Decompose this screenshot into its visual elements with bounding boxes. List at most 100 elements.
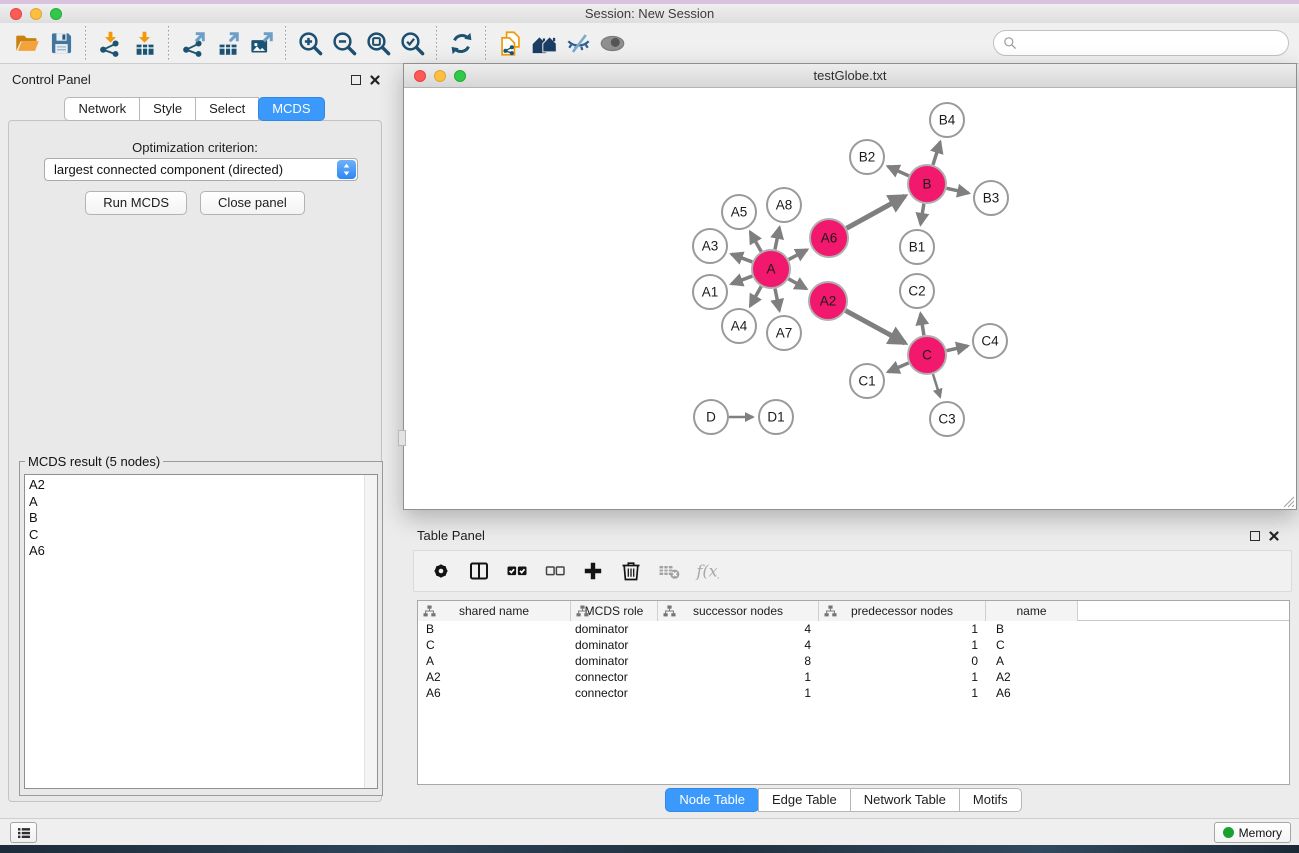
criterion-dropdown[interactable]: largest connected component (directed) <box>44 158 358 181</box>
tab-motifs[interactable]: Motifs <box>959 788 1022 812</box>
export-table-icon[interactable] <box>210 26 244 60</box>
table-cell[interactable]: A2 <box>986 669 1078 685</box>
search-box[interactable] <box>993 30 1289 56</box>
table-row[interactable]: Bdominator41B <box>418 621 1289 637</box>
tab-network[interactable]: Network <box>64 97 140 121</box>
tab-node-table[interactable]: Node Table <box>665 788 759 812</box>
table-cell[interactable]: 1 <box>658 685 819 701</box>
network-node-B2[interactable]: B2 <box>850 140 884 174</box>
mcds-result-item[interactable]: A <box>29 494 377 511</box>
table-cell[interactable]: 1 <box>819 669 986 685</box>
tab-network-table[interactable]: Network Table <box>850 788 960 812</box>
table-cell[interactable]: A <box>418 653 571 669</box>
close-panel-icon[interactable] <box>370 75 380 85</box>
network-node-C3[interactable]: C3 <box>930 402 964 436</box>
network-node-A3[interactable]: A3 <box>693 229 727 263</box>
table-cell[interactable]: dominator <box>571 653 658 669</box>
select-all-checks-icon[interactable] <box>500 555 533 588</box>
tab-select[interactable]: Select <box>195 97 259 121</box>
mcds-result-item[interactable]: B <box>29 510 377 527</box>
export-image-icon[interactable] <box>244 26 278 60</box>
add-column-icon[interactable] <box>576 555 609 588</box>
table-row[interactable]: Cdominator41C <box>418 637 1289 653</box>
result-scrollbar[interactable] <box>364 475 377 788</box>
table-cell[interactable]: 8 <box>658 653 819 669</box>
tab-style[interactable]: Style <box>139 97 196 121</box>
delete-table-icon[interactable] <box>652 555 685 588</box>
columns-icon[interactable] <box>462 555 495 588</box>
network-node-C2[interactable]: C2 <box>900 274 934 308</box>
save-session-icon[interactable] <box>44 26 78 60</box>
function-builder-icon[interactable]: f(x) <box>690 555 723 588</box>
table-row[interactable]: A2connector11A2 <box>418 669 1289 685</box>
table-cell[interactable]: connector <box>571 685 658 701</box>
table-cell[interactable]: C <box>418 637 571 653</box>
mcds-result-item[interactable]: A6 <box>29 543 377 560</box>
table-row[interactable]: Adominator80A <box>418 653 1289 669</box>
network-node-A4[interactable]: A4 <box>722 309 756 343</box>
table-cell[interactable]: A6 <box>418 685 571 701</box>
float-table-panel-icon[interactable] <box>1250 531 1260 541</box>
network-node-D[interactable]: D <box>694 400 728 434</box>
close-table-panel-icon[interactable] <box>1269 531 1279 541</box>
table-cell[interactable]: B <box>986 621 1078 637</box>
panel-sash-handle[interactable] <box>398 430 406 446</box>
table-cell[interactable]: C <box>986 637 1078 653</box>
import-table-icon[interactable] <box>127 26 161 60</box>
table-cell[interactable]: 4 <box>658 621 819 637</box>
table-cell[interactable]: 1 <box>658 669 819 685</box>
table-row[interactable]: A6connector11A6 <box>418 685 1289 701</box>
column-header-name[interactable]: name <box>986 601 1078 621</box>
network-window-titlebar[interactable]: testGlobe.txt <box>404 64 1296 88</box>
double-house-icon[interactable] <box>527 26 561 60</box>
zoom-in-icon[interactable] <box>293 26 327 60</box>
network-node-A1[interactable]: A1 <box>693 275 727 309</box>
column-header-shared-name[interactable]: shared name <box>418 601 571 621</box>
network-node-A6[interactable]: A6 <box>810 219 848 257</box>
float-panel-icon[interactable] <box>351 75 361 85</box>
memory-button[interactable]: Memory <box>1214 822 1291 843</box>
table-cell[interactable]: A2 <box>418 669 571 685</box>
zoom-fit-icon[interactable] <box>361 26 395 60</box>
network-node-A7[interactable]: A7 <box>767 316 801 350</box>
network-node-C1[interactable]: C1 <box>850 364 884 398</box>
export-network-icon[interactable] <box>176 26 210 60</box>
table-cell[interactable]: dominator <box>571 637 658 653</box>
open-file-icon[interactable] <box>10 26 44 60</box>
table-cell[interactable]: dominator <box>571 621 658 637</box>
close-panel-button[interactable]: Close panel <box>200 191 305 215</box>
network-node-A[interactable]: A <box>752 250 790 288</box>
table-cell[interactable]: A6 <box>986 685 1078 701</box>
table-cell[interactable]: connector <box>571 669 658 685</box>
tab-mcds[interactable]: MCDS <box>258 97 324 121</box>
table-cell[interactable]: A <box>986 653 1078 669</box>
network-node-C4[interactable]: C4 <box>973 324 1007 358</box>
table-cell[interactable]: B <box>418 621 571 637</box>
network-node-B4[interactable]: B4 <box>930 103 964 137</box>
show-panels-button[interactable] <box>10 822 37 843</box>
search-input[interactable] <box>1023 36 1280 51</box>
delete-column-icon[interactable] <box>614 555 647 588</box>
run-mcds-button[interactable]: Run MCDS <box>85 191 187 215</box>
eye-icon[interactable] <box>595 26 629 60</box>
unselect-all-checks-icon[interactable] <box>538 555 571 588</box>
column-header-successor-nodes[interactable]: successor nodes <box>658 601 819 621</box>
import-network-icon[interactable] <box>93 26 127 60</box>
network-document-icon[interactable] <box>493 26 527 60</box>
network-node-B1[interactable]: B1 <box>900 230 934 264</box>
refresh-layout-icon[interactable] <box>444 26 478 60</box>
resize-grip-icon[interactable] <box>1281 494 1295 508</box>
zoom-out-icon[interactable] <box>327 26 361 60</box>
network-node-A8[interactable]: A8 <box>767 188 801 222</box>
column-header-predecessor-nodes[interactable]: predecessor nodes <box>819 601 986 621</box>
network-node-A5[interactable]: A5 <box>722 195 756 229</box>
column-header-MCDS-role[interactable]: MCDS role <box>571 601 658 621</box>
table-cell[interactable]: 1 <box>819 621 986 637</box>
eye-slash-icon[interactable] <box>561 26 595 60</box>
gear-icon[interactable] <box>424 555 457 588</box>
network-canvas[interactable]: B4B2BB3A5A8A6A3B1AA1C2A2A4A7CC4C1C3DD1 <box>404 88 1296 509</box>
network-node-C[interactable]: C <box>908 336 946 374</box>
network-node-B3[interactable]: B3 <box>974 181 1008 215</box>
mcds-result-item[interactable]: C <box>29 527 377 544</box>
network-node-B[interactable]: B <box>908 165 946 203</box>
